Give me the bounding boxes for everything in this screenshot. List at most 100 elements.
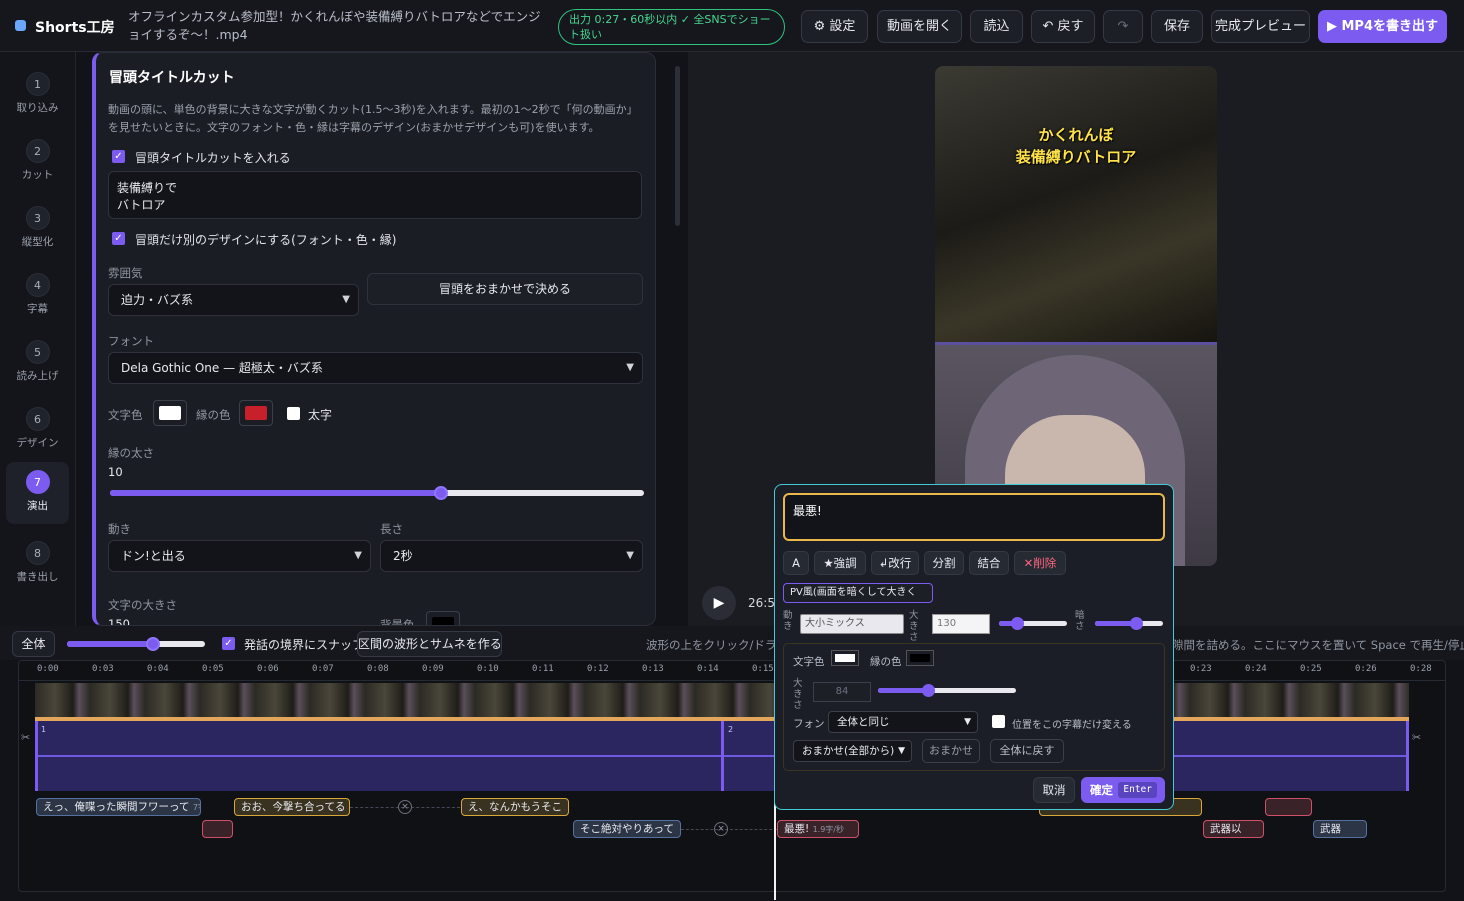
step-narration[interactable]: 5 読み上げ <box>6 332 69 394</box>
edge-color-swatch[interactable] <box>906 650 934 666</box>
segment-marker[interactable] <box>721 721 724 791</box>
undo-button[interactable]: ↶ 戻す <box>1031 10 1095 43</box>
motion-select[interactable]: 大小ミックス <box>800 614 904 634</box>
slider-handle[interactable] <box>145 637 160 651</box>
slider-handle[interactable] <box>434 486 449 500</box>
step-sidebar: 1 取り込み 2 カット 3 縦型化 4 字幕 5 読み上げ 6 デザイン 7 演出 8 書き出… <box>0 52 76 626</box>
motion-select[interactable]: ドン!と出る ▼ <box>108 540 371 572</box>
segment-marker[interactable] <box>1406 721 1409 791</box>
font-select[interactable]: Dela Gothic One — 超極太・バズ系 ▼ <box>108 352 643 384</box>
bold-checkbox[interactable] <box>287 407 300 420</box>
length-select[interactable]: 2秒 ▼ <box>380 540 643 572</box>
caption-block[interactable]: 武器以 <box>1203 820 1264 838</box>
mood-select[interactable]: 迫力・バズ系 ▼ <box>108 284 359 316</box>
edge-color-label: 縁の色 <box>196 408 231 422</box>
slider-fill <box>110 490 442 496</box>
step-import[interactable]: 1 取り込み <box>6 64 69 126</box>
custom-design-checkbox[interactable]: ✓ <box>112 232 125 245</box>
caption-text: おお、今撃ち合ってる <box>241 801 346 813</box>
step-number: 2 <box>25 139 50 163</box>
play-button[interactable]: ▶ <box>702 586 736 620</box>
text-style-button[interactable]: A <box>783 551 809 575</box>
caption-block[interactable]: え、なんかもうそこ <box>461 798 569 816</box>
caption-block[interactable]: おお、今撃ち合ってる <box>234 798 350 816</box>
reset-to-global-button[interactable]: 全体に戻す <box>990 739 1064 763</box>
open-video-button[interactable]: 動画を開く <box>877 10 962 43</box>
settings-button[interactable]: ⚙ 設定 <box>801 10 868 43</box>
zoom-all-button[interactable]: 全体 <box>12 631 55 657</box>
gameplay-frame <box>935 66 1217 342</box>
size-slider[interactable] <box>999 617 1067 630</box>
size-input[interactable]: 130 <box>932 614 990 634</box>
confirm-button[interactable]: 確定 Enter <box>1081 777 1165 803</box>
export-mp4-button[interactable]: ▶ MP4を書き出す <box>1318 10 1447 43</box>
edge-color-swatch[interactable] <box>239 400 273 426</box>
caption-block-selected[interactable]: 最悪! 1.9字/秒 <box>777 820 859 838</box>
caption-text: 武器以 <box>1210 823 1242 835</box>
step-cut[interactable]: 2 カット <box>6 131 69 193</box>
step-export[interactable]: 8 書き出し <box>6 533 69 595</box>
caption-edit-popup: 最悪! A ★強調 ↲改行 分割 結合 ✕削除 PV風(画面を暗くして大きく 動… <box>774 484 1174 810</box>
edge-color-label: 縁の色 <box>870 656 902 668</box>
timeline-zoom-slider[interactable] <box>67 637 205 651</box>
caption-block[interactable]: そこ絶対やりあって <box>573 820 681 838</box>
inner-size-slider[interactable] <box>878 684 1016 697</box>
caption-block[interactable]: 武器 <box>1313 820 1367 838</box>
emphasis-button[interactable]: ★強調 <box>814 551 866 575</box>
final-preview-button[interactable]: 完成プレビュー <box>1211 10 1310 43</box>
step-effects[interactable]: 7 演出 <box>6 462 69 524</box>
close-gap-icon[interactable]: × <box>398 800 412 814</box>
slider-handle[interactable] <box>1011 617 1025 630</box>
caption-rate: 1.9字/秒 <box>812 825 844 834</box>
position-override-checkbox[interactable] <box>992 715 1005 728</box>
step-vertical[interactable]: 3 縦型化 <box>6 198 69 260</box>
scissors-icon[interactable]: ✂ <box>21 731 30 744</box>
timeline[interactable]: 0:00 0:03 0:04 0:05 0:06 0:07 0:08 0:09 0:10 0:11… <box>18 660 1446 892</box>
text-color-swatch[interactable] <box>153 400 187 426</box>
inner-size-input[interactable]: 84 <box>813 682 871 702</box>
chevron-down-icon: ▼ <box>342 294 350 305</box>
load-button[interactable]: 読込 <box>970 10 1023 43</box>
pv-mode-select[interactable]: PV風(画面を暗くして大きく <box>783 583 933 603</box>
text-color-swatch[interactable] <box>831 650 859 666</box>
ruler-tick: 0:25 <box>1300 664 1322 674</box>
cancel-button[interactable]: 取消 <box>1033 777 1075 803</box>
timeline-toolbar: 全体 ✓ 発話の境界にスナップ 区間の波形とサムネを作る 波形の上をクリック/ド… <box>0 626 1464 660</box>
step-design[interactable]: 6 デザイン <box>6 399 69 461</box>
auto-design-button[interactable]: おまかせ <box>922 739 980 763</box>
step-subtitles[interactable]: 4 字幕 <box>6 265 69 327</box>
caption-block[interactable] <box>1265 798 1312 816</box>
title-text-input[interactable]: 装備縛りで バトロア <box>108 171 642 219</box>
caption-block[interactable] <box>202 820 233 838</box>
redo-button[interactable]: ↷ <box>1103 10 1143 43</box>
merge-button[interactable]: 結合 <box>969 551 1009 575</box>
ruler-tick: 0:10 <box>477 664 499 674</box>
insert-title-checkbox[interactable]: ✓ <box>112 150 125 163</box>
edge-width-slider[interactable] <box>110 486 644 500</box>
close-gap-icon[interactable]: × <box>714 822 728 836</box>
split-button[interactable]: 分割 <box>924 551 964 575</box>
step-number: 5 <box>25 340 50 364</box>
auto-design-select[interactable]: おまかせ(全部から) ▼ <box>793 740 912 762</box>
time-ruler[interactable]: 0:00 0:03 0:04 0:05 0:06 0:07 0:08 0:09 0:10 0:11… <box>19 661 1445 681</box>
newline-button[interactable]: ↲改行 <box>871 551 919 575</box>
snap-checkbox[interactable]: ✓ <box>222 637 235 650</box>
slider-handle[interactable] <box>922 684 936 697</box>
darkness-slider[interactable] <box>1095 617 1163 630</box>
ruler-tick: 0:03 <box>92 664 114 674</box>
snap-label: 発話の境界にスナップ <box>244 638 365 652</box>
slider-handle[interactable] <box>1130 617 1144 630</box>
chevron-down-icon: ▼ <box>898 746 905 756</box>
bg-color-swatch[interactable] <box>426 611 460 625</box>
auto-title-button[interactable]: 冒頭をおまかせで決める <box>367 273 643 305</box>
motion-label: 動き <box>108 522 131 536</box>
caption-block[interactable]: えっ、俺喋った瞬間フワーって 7字/秒 <box>36 798 201 816</box>
save-button[interactable]: 保存 <box>1151 10 1203 43</box>
segment-marker[interactable] <box>35 721 38 791</box>
caption-text-input[interactable]: 最悪! <box>783 493 1165 541</box>
build-waveform-button[interactable]: 区間の波形とサムネを作る <box>357 631 502 657</box>
scissors-icon[interactable]: ✂ <box>1412 731 1421 744</box>
panel-scrollbar[interactable] <box>675 66 680 226</box>
font-select[interactable]: 全体と同じ ▼ <box>828 711 978 733</box>
delete-caption-button[interactable]: ✕削除 <box>1014 551 1066 575</box>
